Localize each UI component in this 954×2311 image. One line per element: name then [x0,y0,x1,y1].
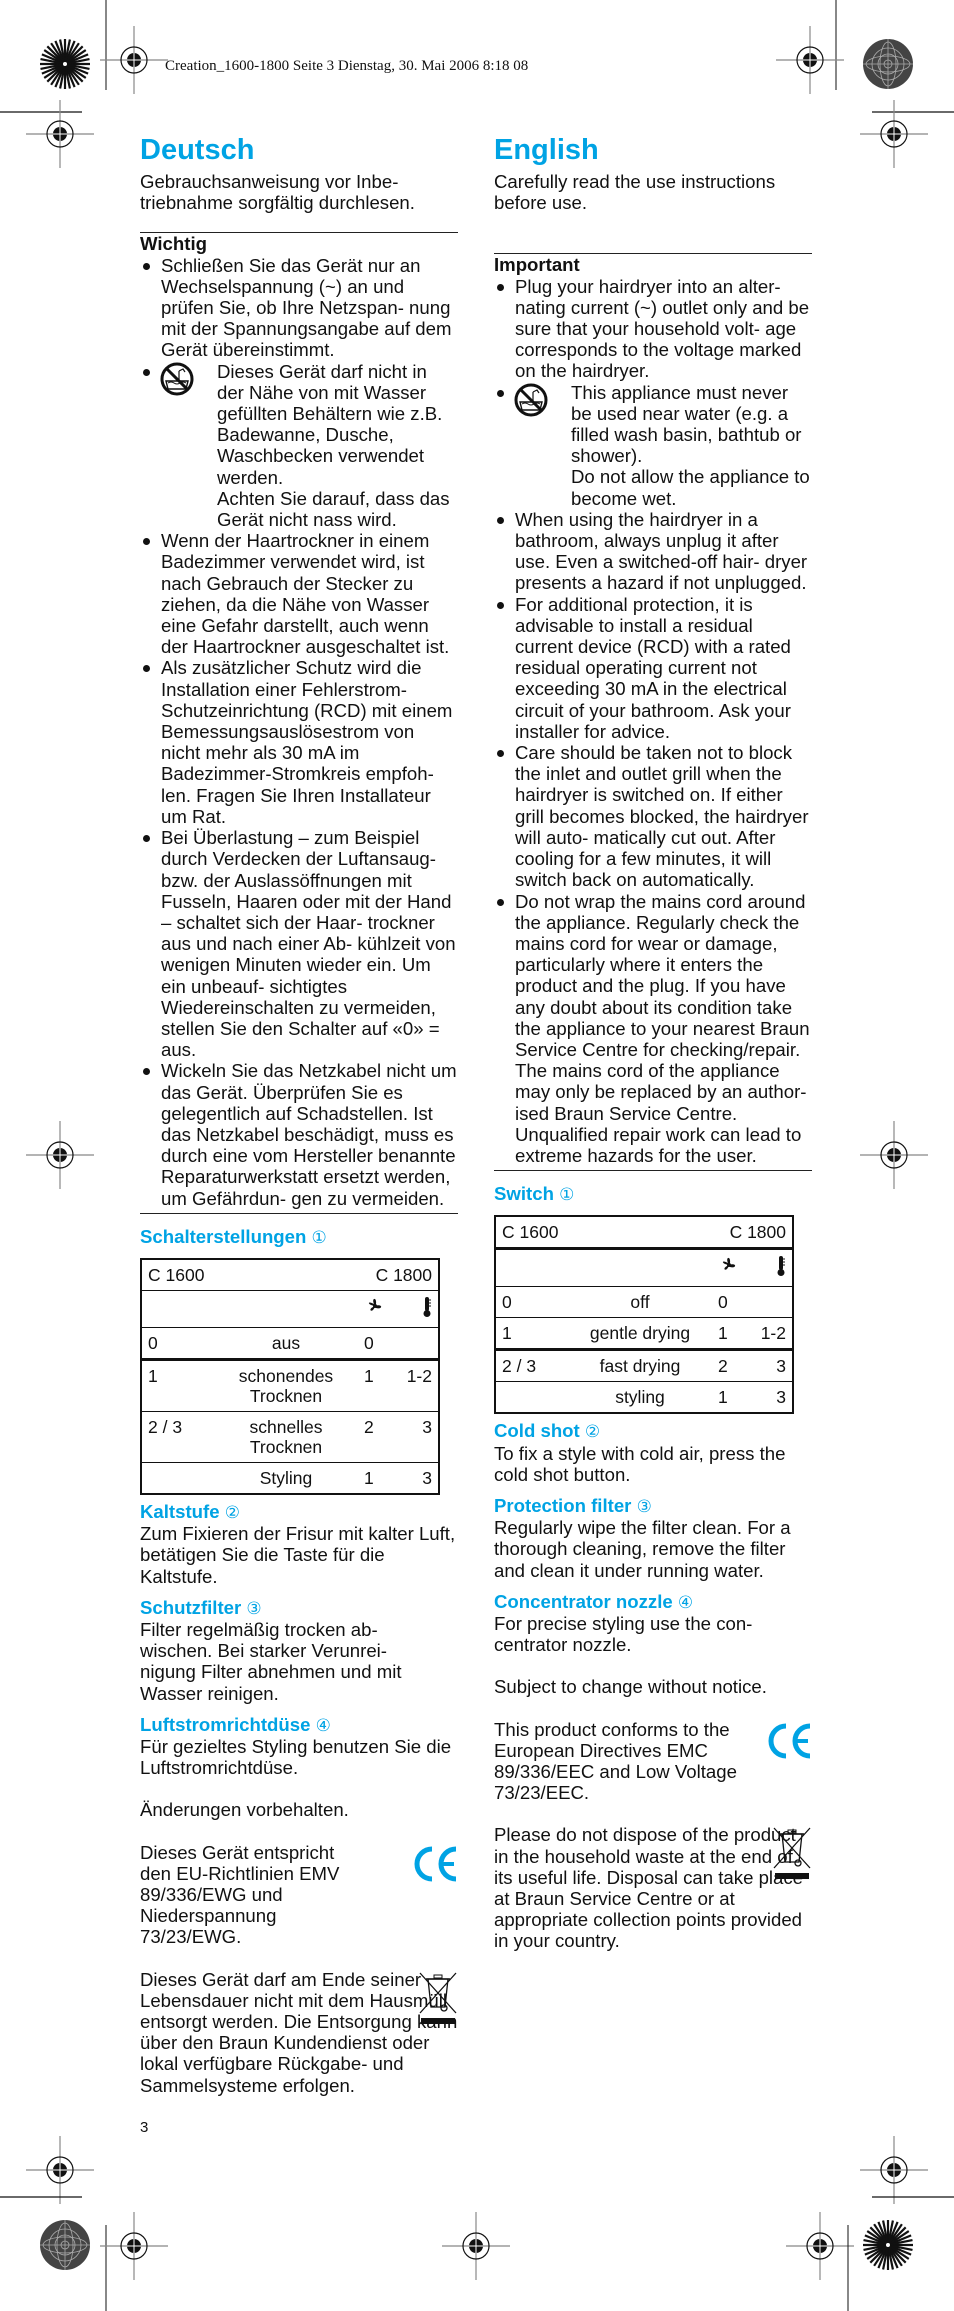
language-title: English [494,134,599,166]
page-number: 3 [140,2118,149,2136]
change-notice: Änderungen vorbehalten. [140,1799,349,1821]
list-item: When using the hairdryer in a bathroom, … [494,509,812,594]
table-row: 2 / 3 schnelles Trocknen 2 3 [141,1411,439,1462]
list-item: Wenn der Haartrockner in einem Badezimme… [140,530,458,657]
table-row: 2 / 3 fast drying 2 3 [495,1349,793,1382]
list-item: Wickeln Sie das Netzkabel nicht um das G… [140,1060,458,1209]
cold-shot-text: Zum Fixieren der Frisur mit kalter Luft,… [140,1523,456,1587]
table-row: 0 aus 0 [141,1327,439,1359]
ce-conformity-text: This product conforms to the European Di… [494,1718,737,1804]
safety-list: Schließen Sie das Gerät nur an Wechselsp… [140,255,458,1209]
ce-mark-icon [768,1723,811,1759]
no-water-warning-icon [160,362,194,396]
weee-crossed-bin-icon [419,1972,457,2024]
no-water-warning-icon [514,383,548,417]
cold-shot-text: To fix a style with cold air, press the … [494,1442,786,1485]
table-header-row: C 1600 C 1800 [148,1264,432,1285]
table-header-row: C 1600 C 1800 [502,1222,786,1243]
table-icon-row [495,1248,793,1287]
weee-disposal-text: Please do not dispose of the product in … [494,1824,804,1952]
important-label: Wichtig [140,233,207,255]
print-header: Creation_1600-1800 Seite 3 Dienstag, 30.… [165,58,529,74]
important-label: Important [494,254,580,276]
water-warning-extra: Achten Sie darauf, dass das Gerät nicht … [217,487,450,531]
intro-text: Carefully read the use instructions befo… [494,171,776,214]
nozzle-text: For precise styling use the con- centrat… [494,1612,753,1656]
switch-heading: Schalterstellungen ① [140,1225,327,1247]
list-item: Schließen Sie das Gerät nur an Wechselsp… [140,255,458,361]
table-icon-row [141,1290,439,1327]
list-item: Plug your hairdryer into an alter- natin… [494,276,812,382]
switch-heading: Switch ① [494,1183,575,1205]
cold-shot-heading: Kaltstufe ② [140,1500,240,1522]
list-item: For additional protection, it is advisab… [494,594,812,742]
switch-table: C 1600 C 1800 0 aus 0 1 schonendes Trock… [140,1257,440,1495]
filter-text: Regularly wipe the filter clean. For a t… [494,1517,791,1581]
list-item: This appliance must never be used near w… [494,382,812,509]
change-notice: Subject to change without notice. [494,1676,767,1698]
fan-icon [712,1249,746,1287]
weee-disposal-text: Dieses Gerät darf am Ende seiner Lebensd… [140,1968,458,2096]
intro-text: Gebrauchsanweisung vor Inbe- triebnahme … [140,171,415,214]
fan-icon [358,1290,392,1327]
ce-mark-icon [414,1846,457,1882]
switch-table: C 1600 C 1800 0 off 0 1 gentle drying 1 … [494,1215,794,1415]
column-deutsch: Deutsch Gebrauchsanweisung vor Inbe- tri… [140,133,458,2138]
weee-crossed-bin-icon [773,1827,811,1880]
table-row: styling 1 3 [495,1381,793,1414]
table-row: 0 off 0 [495,1286,793,1318]
list-item: Dieses Gerät darf nicht in der Nähe von … [140,361,458,531]
nozzle-text: Für gezieltes Styling benutzen Sie die L… [140,1735,452,1779]
column-english: English Carefully read the use instructi… [494,133,812,1952]
table-row: 1 schonendes Trocknen 1 1-2 [141,1359,439,1411]
filter-heading: Schutzfilter ③ [140,1596,262,1618]
nozzle-heading: Luftstromrichtdüse ④ [140,1713,331,1735]
safety-list: Plug your hairdryer into an alter- natin… [494,276,812,1167]
ce-conformity-text: Dieses Gerät entspricht den EU-Richtlini… [140,1841,340,1948]
list-item: Care should be taken not to block the in… [494,742,812,890]
thermometer-icon [392,1290,439,1327]
list-item: Als zusätzlicher Schutz wird die Install… [140,657,458,827]
table-row: 1 gentle drying 1 1-2 [495,1317,793,1350]
list-item: Do not wrap the mains cord around the ap… [494,891,812,1167]
filter-text: Filter regelmäßig trocken ab- wischen. B… [140,1618,402,1704]
filter-heading: Protection filter ③ [494,1494,652,1516]
water-warning-extra: Do not allow the appliance to become wet… [571,466,810,509]
thermometer-icon [746,1249,793,1287]
cold-shot-heading: Cold shot ② [494,1420,601,1442]
table-row: Styling 1 3 [141,1462,439,1494]
list-item: Bei Überlastung – zum Beispiel durch Ver… [140,827,458,1060]
nozzle-heading: Concentrator nozzle ④ [494,1590,694,1612]
language-title: Deutsch [140,134,255,166]
